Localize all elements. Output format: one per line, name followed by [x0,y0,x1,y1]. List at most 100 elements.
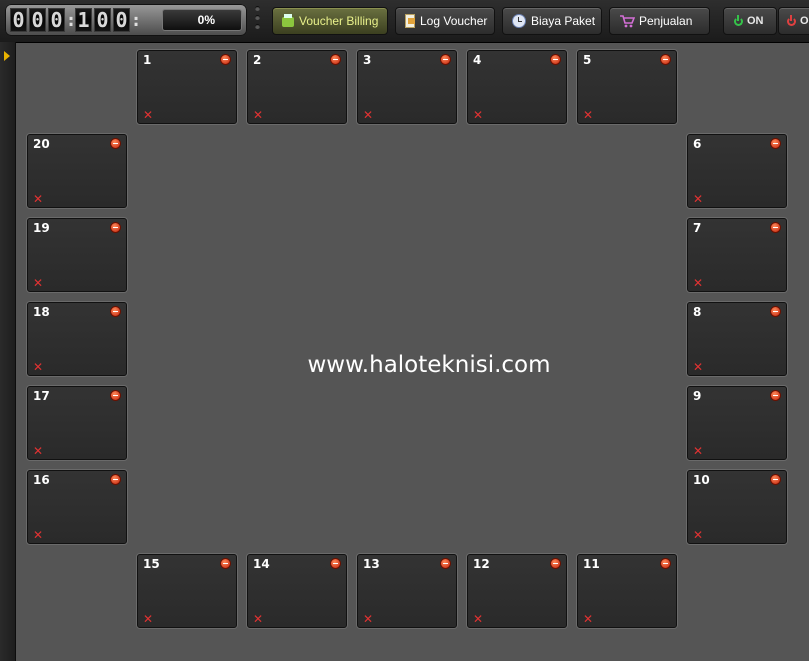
client-number: 18 [33,305,50,319]
client-number: 9 [693,389,702,403]
close-icon[interactable]: ✕ [363,612,373,626]
billing-counter: 0 0 0 : 1 0 0 : 0% [5,4,247,36]
client-number: 20 [33,137,50,151]
counter-digit: 0 [29,8,46,32]
biaya-paket-button[interactable]: Biaya Paket [502,7,602,35]
client-pc-8[interactable]: 8 ✕ [687,302,787,376]
side-panel-toggle[interactable] [0,42,16,661]
close-icon[interactable]: ✕ [253,612,263,626]
client-pc-9[interactable]: 9 ✕ [687,386,787,460]
close-icon[interactable]: ✕ [253,108,263,122]
close-icon[interactable]: ✕ [33,192,43,206]
client-pc-10[interactable]: 10 ✕ [687,470,787,544]
client-number: 3 [363,53,372,67]
log-voucher-label: Log Voucher [420,14,488,28]
status-offline-icon [110,222,121,233]
client-number: 19 [33,221,50,235]
log-voucher-button[interactable]: Log Voucher [395,7,495,35]
client-number: 15 [143,557,160,571]
counter-digit: 1 [75,8,92,32]
status-offline-icon [110,138,121,149]
close-icon[interactable]: ✕ [693,192,703,206]
power-icon [787,14,796,26]
penjualan-label: Penjualan [639,14,693,28]
client-number: 11 [583,557,600,571]
status-offline-icon [770,138,781,149]
status-offline-icon [770,390,781,401]
power-icon [734,14,743,26]
power-on-button[interactable]: ON [723,7,777,35]
top-toolbar: 0 0 0 : 1 0 0 : 0% Voucher Billing Log V… [0,0,809,43]
counter-digit: 0 [94,8,111,32]
client-pc-17[interactable]: 17 ✕ [27,386,127,460]
client-number: 1 [143,53,152,67]
close-icon[interactable]: ✕ [693,444,703,458]
power-off-label: O [800,15,809,27]
status-offline-icon [220,558,231,569]
client-pc-20[interactable]: 20 ✕ [27,134,127,208]
close-icon[interactable]: ✕ [143,108,153,122]
penjualan-button[interactable]: Penjualan [609,7,710,35]
close-icon[interactable]: ✕ [33,360,43,374]
biaya-paket-label: Biaya Paket [531,14,596,28]
status-offline-icon [220,54,231,65]
close-icon[interactable]: ✕ [33,276,43,290]
close-icon[interactable]: ✕ [33,528,43,542]
counter-digit: 0 [113,8,130,32]
client-number: 13 [363,557,380,571]
close-icon[interactable]: ✕ [693,360,703,374]
status-offline-icon [660,558,671,569]
close-icon[interactable]: ✕ [693,528,703,542]
client-pc-11[interactable]: 11 ✕ [577,554,677,628]
client-pc-19[interactable]: 19 ✕ [27,218,127,292]
printer-icon [282,14,294,27]
counter-separator: : [130,9,142,31]
status-offline-icon [550,54,561,65]
counter-digit: 0 [10,8,27,32]
client-pc-15[interactable]: 15 ✕ [137,554,237,628]
client-pc-6[interactable]: 6 ✕ [687,134,787,208]
power-off-button[interactable]: O [778,7,809,35]
client-number: 2 [253,53,262,67]
client-pc-1[interactable]: 1 ✕ [137,50,237,124]
counter-digits: 0 0 0 : 1 0 0 : [10,8,142,32]
status-offline-icon [770,222,781,233]
close-icon[interactable]: ✕ [33,444,43,458]
client-pc-16[interactable]: 16 ✕ [27,470,127,544]
client-pc-2[interactable]: 2 ✕ [247,50,347,124]
clock-icon [512,14,526,28]
voucher-billing-label: Voucher Billing [299,14,379,28]
client-number: 7 [693,221,702,235]
client-pc-4[interactable]: 4 ✕ [467,50,567,124]
client-pc-5[interactable]: 5 ✕ [577,50,677,124]
close-icon[interactable]: ✕ [693,276,703,290]
client-pc-12[interactable]: 12 ✕ [467,554,567,628]
client-number: 4 [473,53,482,67]
toolbar-grip-handle[interactable] [254,6,262,36]
client-number: 14 [253,557,270,571]
client-number: 17 [33,389,50,403]
client-number: 16 [33,473,50,487]
client-pc-3[interactable]: 3 ✕ [357,50,457,124]
client-number: 10 [693,473,710,487]
status-offline-icon [330,54,341,65]
close-icon[interactable]: ✕ [473,108,483,122]
client-pc-7[interactable]: 7 ✕ [687,218,787,292]
document-icon [405,14,415,28]
expand-arrow-icon [4,51,10,61]
client-number: 6 [693,137,702,151]
status-offline-icon [770,474,781,485]
client-number: 5 [583,53,592,67]
power-on-label: ON [747,15,764,27]
close-icon[interactable]: ✕ [473,612,483,626]
close-icon[interactable]: ✕ [583,108,593,122]
status-offline-icon [330,558,341,569]
close-icon[interactable]: ✕ [143,612,153,626]
client-pc-14[interactable]: 14 ✕ [247,554,347,628]
status-offline-icon [550,558,561,569]
close-icon[interactable]: ✕ [363,108,373,122]
client-pc-13[interactable]: 13 ✕ [357,554,457,628]
close-icon[interactable]: ✕ [583,612,593,626]
voucher-billing-button[interactable]: Voucher Billing [272,7,388,35]
client-pc-18[interactable]: 18 ✕ [27,302,127,376]
